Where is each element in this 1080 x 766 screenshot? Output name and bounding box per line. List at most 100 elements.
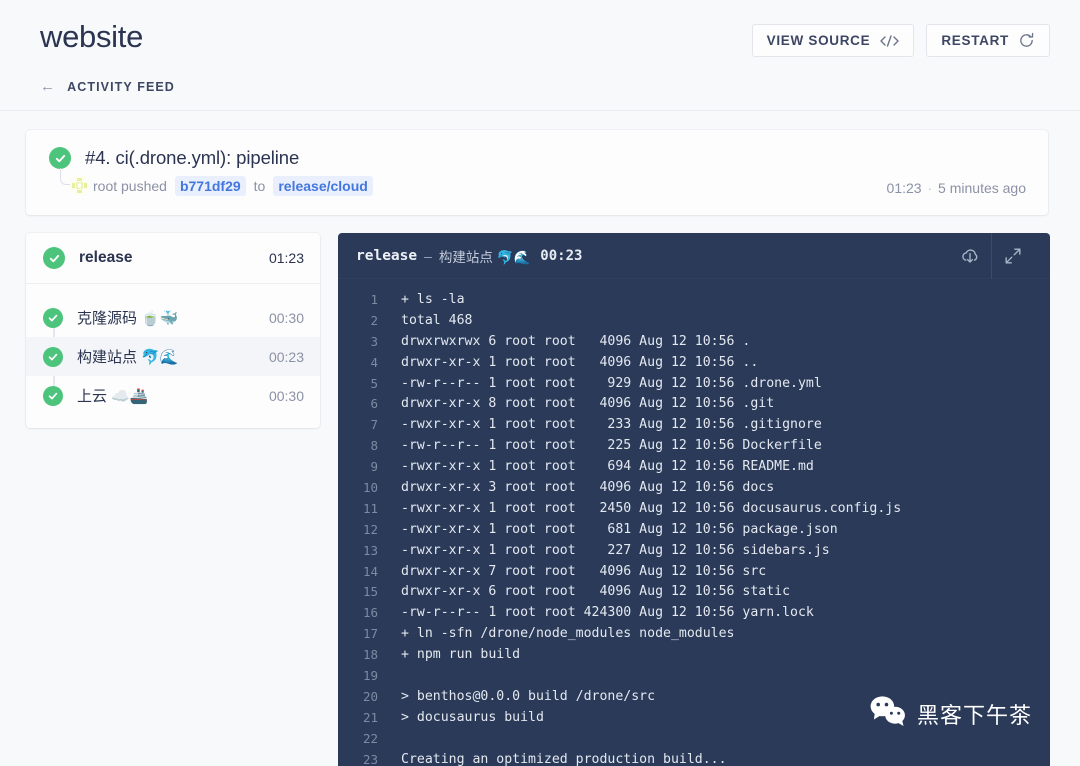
build-meta-row: root pushed b771df29 to release/cloud — [60, 168, 1026, 196]
branch-link[interactable]: release/cloud — [273, 176, 373, 196]
log-line-text: Creating an optimized production build..… — [401, 751, 727, 766]
build-title: #4. ci(.drone.yml): pipeline — [85, 147, 300, 168]
view-source-button[interactable]: VIEW SOURCE — [751, 24, 915, 57]
log-line-number: 9 — [370, 459, 378, 475]
log-line: 5 -rw-r--r-- 1 root root 929 Aug 12 10:56… — [338, 373, 1050, 394]
restart-label: RESTART — [941, 33, 1009, 48]
step-item-build[interactable]: 构建站点 🐬🌊 00:23 — [26, 337, 320, 376]
build-relative-time: 5 minutes ago — [938, 180, 1026, 196]
log-line-number: 3 — [370, 333, 378, 349]
log-line-number: 14 — [362, 563, 378, 579]
log-line: 22 — [338, 728, 1050, 749]
view-source-label: VIEW SOURCE — [766, 33, 871, 48]
log-line-number: 13 — [362, 542, 378, 558]
pipeline-name: release — [79, 249, 133, 266]
log-line-text: -rw-r--r-- 1 root root 225 Aug 12 10:56 … — [401, 438, 822, 454]
log-line-number: 2 — [370, 312, 378, 328]
log-line-number: 12 — [362, 521, 378, 537]
console-pipeline-name: release — [356, 247, 418, 264]
log-line-text: -rwxr-xr-x 1 root root 681 Aug 12 10:56 … — [401, 521, 838, 537]
log-line: 23 Creating an optimized production build… — [338, 749, 1050, 766]
restart-button[interactable]: RESTART — [926, 24, 1050, 57]
step-duration: 00:30 — [268, 309, 304, 326]
log-line: 4 drwxr-xr-x 1 root root 4096 Aug 12 10:5… — [338, 352, 1050, 373]
breadcrumb-activity-feed[interactable]: ← ACTIVITY FEED — [40, 79, 175, 94]
log-line-number: 11 — [362, 500, 378, 516]
timestamp-separator: · — [927, 180, 933, 196]
log-line-number: 19 — [362, 667, 378, 683]
code-brackets-icon — [879, 34, 900, 48]
log-line: 18 + npm run build — [338, 644, 1050, 665]
log-line: 20 > benthos@0.0.0 build /drone/src — [338, 686, 1050, 707]
log-line-text: + ln -sfn /drone/node_modules node_modul… — [401, 626, 735, 642]
log-line-text: drwxr-xr-x 7 root root 4096 Aug 12 10:56… — [401, 563, 767, 579]
build-detail-layout: release 01:23 克隆源码 🍵🐳 00:30 构建站点 🐬🌊 00:2… — [26, 233, 1050, 766]
build-timestamp: 01:23 · 5 minutes ago — [887, 180, 1026, 196]
log-line-text: -rwxr-xr-x 1 root root 694 Aug 12 10:56 … — [401, 459, 814, 475]
step-status-success-icon — [43, 307, 63, 328]
header-actions: VIEW SOURCE RESTART — [751, 18, 1050, 57]
log-line-text: drwxr-xr-x 6 root root 4096 Aug 12 10:56… — [401, 584, 791, 600]
pipeline-status-success-icon — [43, 247, 65, 269]
log-line-text: + ls -la — [401, 291, 465, 307]
log-line-number: 6 — [370, 396, 378, 412]
breadcrumb-label: ACTIVITY FEED — [67, 79, 175, 94]
page-title: website — [40, 19, 144, 54]
step-item-deploy[interactable]: 上云 ☁️🚢 00:30 — [26, 376, 320, 415]
log-line-number: 4 — [370, 354, 378, 370]
step-status-success-icon — [43, 346, 63, 367]
step-duration: 00:30 — [268, 387, 304, 404]
console-tools — [949, 233, 1034, 279]
console-stage-name: 构建站点 🐬🌊 — [438, 249, 531, 265]
console-header: release – 构建站点 🐬🌊 00:23 — [338, 233, 1050, 279]
log-line-number: 21 — [362, 709, 378, 725]
steps-panel: release 01:23 克隆源码 🍵🐳 00:30 构建站点 🐬🌊 00:2… — [26, 233, 320, 428]
log-line-text: -rwxr-xr-x 1 root root 2450 Aug 12 10:56… — [401, 500, 902, 516]
log-line-text: -rw-r--r-- 1 root root 424300 Aug 12 10:… — [401, 605, 814, 621]
log-line-text: drwxrwxrwx 6 root root 4096 Aug 12 10:56… — [401, 333, 751, 349]
log-line-text: + npm run build — [401, 647, 521, 663]
page-header: website VIEW SOURCE RESTART ← ACTIVITY F… — [0, 0, 1080, 111]
log-line: 11 -rwxr-xr-x 1 root root 2450 Aug 12 10:… — [338, 498, 1050, 519]
log-line: 19 — [338, 665, 1050, 686]
log-line: 2 total 468 — [338, 310, 1050, 331]
build-title-row: #4. ci(.drone.yml): pipeline — [49, 147, 1026, 169]
log-line: 12 -rwxr-xr-x 1 root root 681 Aug 12 10:5… — [338, 519, 1050, 540]
expand-icon[interactable] — [992, 233, 1034, 279]
log-line-text: > docusaurus build — [401, 709, 544, 725]
log-line: 17 + ln -sfn /drone/node_modules node_mod… — [338, 623, 1050, 644]
steps-list: 克隆源码 🍵🐳 00:30 构建站点 🐬🌊 00:23 上云 ☁️🚢 00:30 — [26, 284, 320, 428]
log-line: 7 -rwxr-xr-x 1 root root 233 Aug 12 10:56… — [338, 414, 1050, 435]
log-line-text: drwxr-xr-x 8 root root 4096 Aug 12 10:56… — [401, 396, 775, 412]
step-label: 上云 ☁️🚢 — [77, 388, 149, 405]
log-console: release – 构建站点 🐬🌊 00:23 1 + ls -la 2 tot… — [338, 233, 1050, 766]
step-label: 克隆源码 🍵🐳 — [77, 310, 179, 327]
steps-pipeline-header[interactable]: release 01:23 — [26, 233, 320, 284]
log-line: 21 > docusaurus build — [338, 707, 1050, 728]
log-line: 8 -rw-r--r-- 1 root root 225 Aug 12 10:56… — [338, 435, 1050, 456]
step-item-clone[interactable]: 克隆源码 🍵🐳 00:30 — [26, 298, 320, 337]
log-line: 3 drwxrwxrwx 6 root root 4096 Aug 12 10:5… — [338, 331, 1050, 352]
build-to-label: to — [253, 178, 266, 194]
log-line-number: 23 — [362, 751, 378, 766]
commit-hash-link[interactable]: b771df29 — [174, 176, 246, 196]
log-line-number: 1 — [370, 291, 378, 307]
arrow-left-icon: ← — [40, 78, 57, 95]
refresh-icon — [1018, 32, 1035, 49]
cloud-download-icon[interactable] — [949, 233, 991, 279]
build-status-success-icon — [49, 147, 71, 169]
page-content: #4. ci(.drone.yml): pipeline root pushed… — [0, 130, 1080, 766]
log-line-text: > benthos@0.0.0 build /drone/src — [401, 688, 656, 704]
log-line: 15 drwxr-xr-x 6 root root 4096 Aug 12 10:… — [338, 581, 1050, 602]
log-output[interactable]: 1 + ls -la 2 total 468 3 drwxrwxrwx 6 root … — [338, 279, 1050, 766]
log-line-text: -rwxr-xr-x 1 root root 227 Aug 12 10:56 … — [401, 542, 830, 558]
log-line-text: -rw-r--r-- 1 root root 929 Aug 12 10:56 … — [401, 375, 822, 391]
step-duration: 00:23 — [268, 348, 304, 365]
log-line-number: 22 — [362, 730, 378, 746]
log-line: 10 drwxr-xr-x 3 root root 4096 Aug 12 10:… — [338, 477, 1050, 498]
pipeline-duration: 01:23 — [268, 250, 304, 266]
build-actor: root pushed — [93, 178, 167, 194]
console-duration: 00:23 — [540, 247, 583, 264]
build-summary-card[interactable]: #4. ci(.drone.yml): pipeline root pushed… — [26, 130, 1048, 215]
log-line-number: 10 — [362, 479, 378, 495]
